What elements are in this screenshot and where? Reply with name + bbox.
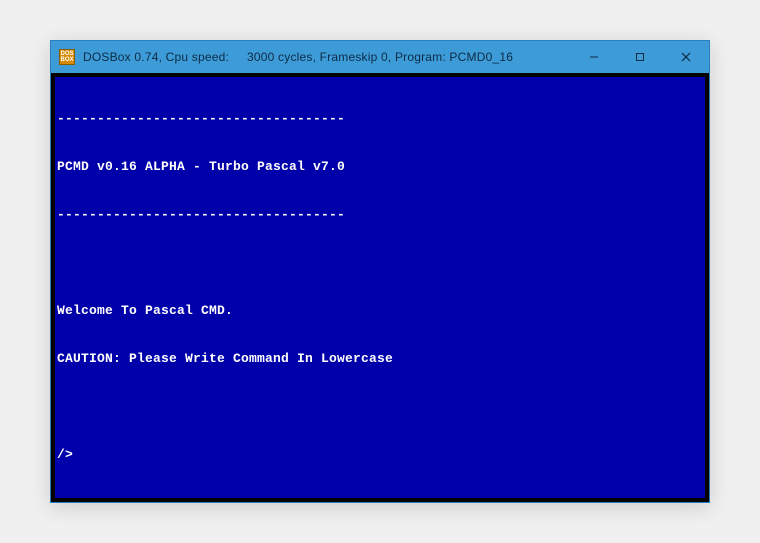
terminal[interactable]: ------------------------------------ PCM… [55, 77, 705, 498]
terminal-welcome: Welcome To Pascal CMD. [57, 303, 703, 319]
window-content-frame: ------------------------------------ PCM… [51, 73, 709, 502]
titlebar[interactable]: DOSBOX DOSBox 0.74, Cpu speed: 3000 cycl… [51, 41, 709, 73]
close-button[interactable] [663, 41, 709, 73]
minimize-icon [589, 52, 599, 62]
terminal-divider-top: ------------------------------------ [57, 111, 703, 127]
maximize-button[interactable] [617, 41, 663, 73]
minimize-button[interactable] [571, 41, 617, 73]
close-icon [681, 52, 691, 62]
terminal-divider-bottom: ------------------------------------ [57, 207, 703, 223]
terminal-caution: CAUTION: Please Write Command In Lowerca… [57, 351, 703, 367]
window-title-left: DOSBox 0.74, Cpu speed: [83, 50, 229, 64]
dosbox-icon: DOSBOX [59, 49, 75, 65]
window-title-right: 3000 cycles, Frameskip 0, Program: PCMD0… [247, 50, 513, 64]
window-controls [571, 41, 709, 73]
terminal-blank-1 [57, 255, 703, 271]
dosbox-window: DOSBOX DOSBox 0.74, Cpu speed: 3000 cycl… [50, 40, 710, 503]
terminal-header: PCMD v0.16 ALPHA - Turbo Pascal v7.0 [57, 159, 703, 175]
maximize-icon [635, 52, 645, 62]
terminal-prompt: /> [57, 447, 703, 463]
terminal-blank-2 [57, 399, 703, 415]
